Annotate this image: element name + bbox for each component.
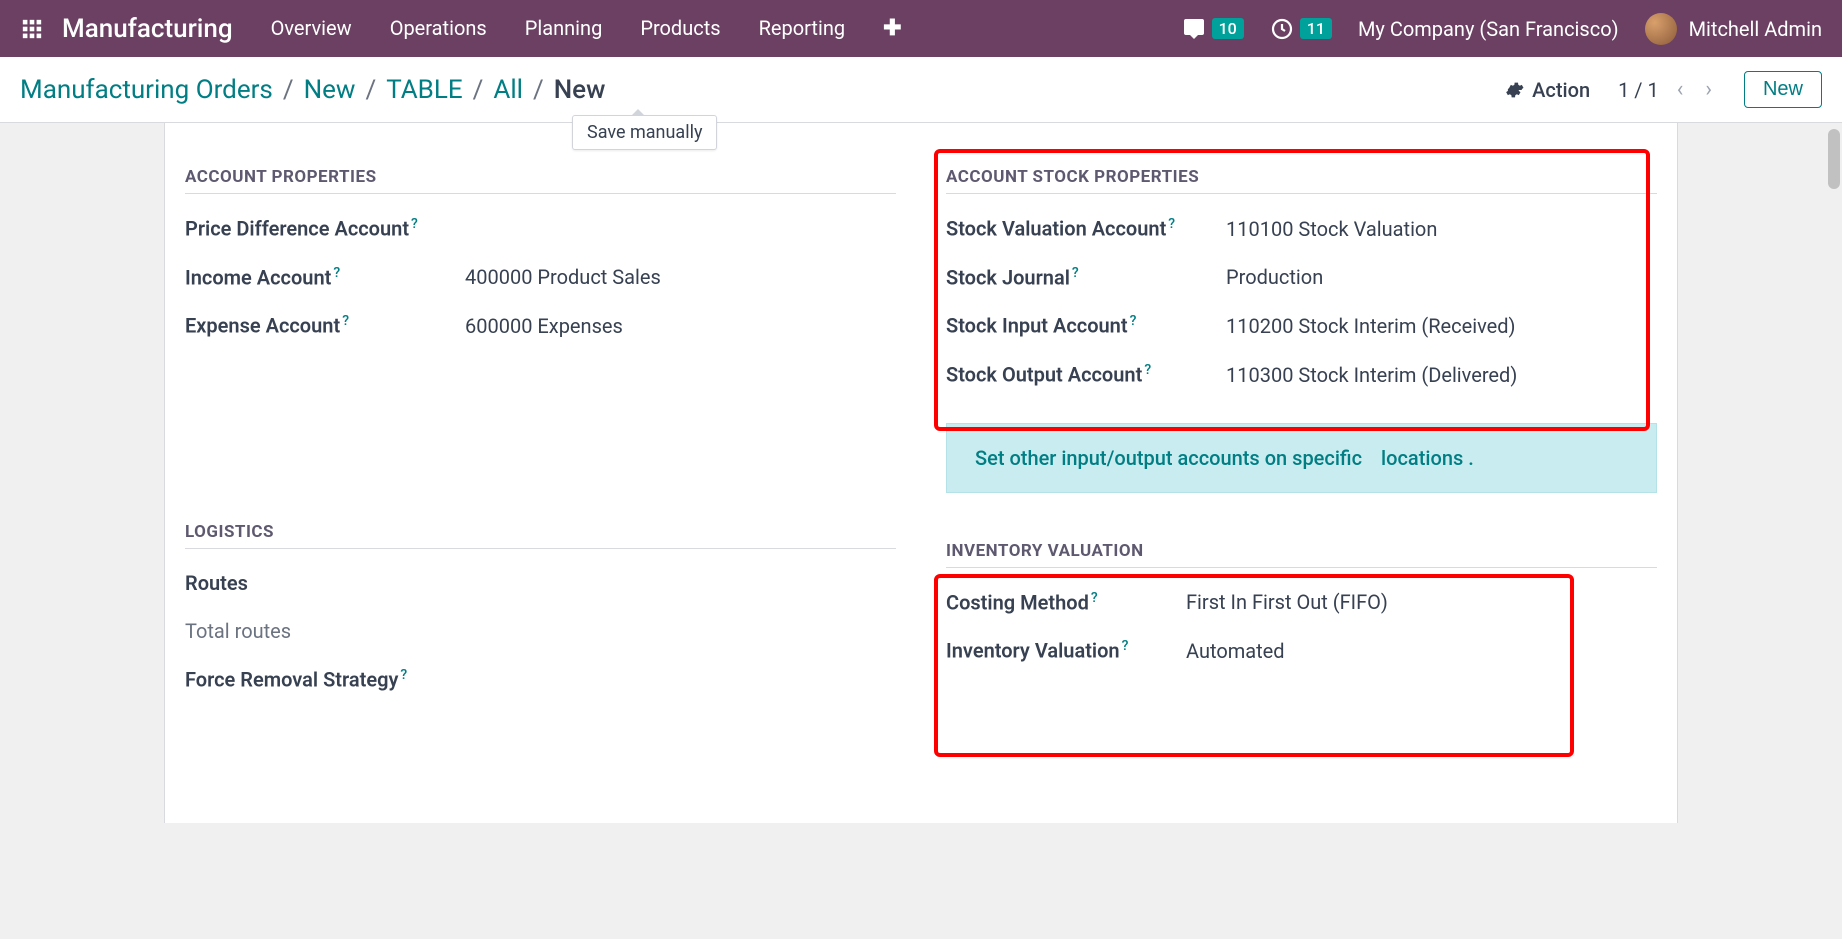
chat-badge: 10 xyxy=(1212,18,1244,39)
control-actions: Action 1 / 1 ‹ › New xyxy=(1504,71,1822,108)
help-icon[interactable]: ? xyxy=(1144,362,1151,378)
menu-planning[interactable]: Planning xyxy=(525,16,603,41)
field-inventory-valuation: Inventory Valuation? Automated xyxy=(946,638,1657,663)
hint-trail: . xyxy=(1468,446,1474,470)
value-costing-method[interactable]: First In First Out (FIFO) xyxy=(1186,590,1657,614)
value-stock-journal[interactable]: Production xyxy=(1226,265,1657,289)
help-icon[interactable]: ? xyxy=(333,265,340,281)
field-total-routes: Total routes xyxy=(185,619,896,643)
label-stock-journal: Stock Journal xyxy=(946,265,1070,289)
action-label: Action xyxy=(1532,78,1590,102)
crumb-new[interactable]: New xyxy=(304,75,356,105)
section-account-properties-title: ACCOUNT PROPERTIES xyxy=(185,167,896,194)
value-stock-valuation[interactable]: 110100 Stock Valuation xyxy=(1226,217,1657,241)
value-stock-output[interactable]: 110300 Stock Interim (Delivered) xyxy=(1226,363,1657,387)
value-inventory-valuation[interactable]: Automated xyxy=(1186,639,1657,663)
action-dropdown[interactable]: Action xyxy=(1504,78,1590,102)
field-stock-valuation-account: Stock Valuation Account? 110100 Stock Va… xyxy=(946,216,1657,241)
label-stock-input: Stock Input Account xyxy=(946,314,1128,338)
crumb-all[interactable]: All xyxy=(493,75,523,105)
left-column: ACCOUNT PROPERTIES Price Difference Acco… xyxy=(185,167,896,716)
user-name: Mitchell Admin xyxy=(1689,17,1822,41)
top-navbar: Manufacturing Overview Operations Planni… xyxy=(0,0,1842,57)
field-routes: Routes xyxy=(185,571,896,595)
help-icon[interactable]: ? xyxy=(342,313,349,329)
value-expense-account[interactable]: 600000 Expenses xyxy=(465,314,896,338)
help-icon[interactable]: ? xyxy=(1122,638,1129,654)
value-income-account[interactable]: 400000 Product Sales xyxy=(465,265,896,289)
apps-icon[interactable] xyxy=(20,17,44,41)
scrollbar-thumb[interactable] xyxy=(1828,129,1840,189)
right-column: ACCOUNT STOCK PROPERTIES Stock Valuation… xyxy=(946,167,1657,716)
pager: 1 / 1 ‹ › xyxy=(1618,77,1716,102)
label-force-removal: Force Removal Strategy xyxy=(185,668,398,692)
label-routes: Routes xyxy=(185,571,248,595)
breadcrumb: Manufacturing Orders / New / TABLE / All… xyxy=(20,75,605,105)
label-stock-valuation: Stock Valuation Account xyxy=(946,217,1166,241)
messaging-button[interactable]: 10 xyxy=(1182,17,1244,41)
avatar xyxy=(1645,13,1677,45)
menu-operations[interactable]: Operations xyxy=(390,16,487,41)
help-icon[interactable]: ? xyxy=(400,667,407,683)
help-icon[interactable]: ? xyxy=(411,216,418,232)
label-income-account: Income Account xyxy=(185,265,331,289)
gear-icon xyxy=(1504,80,1524,100)
field-income-account: Income Account? 400000 Product Sales xyxy=(185,265,896,290)
vertical-scrollbar[interactable] xyxy=(1826,125,1842,939)
field-price-difference-account: Price Difference Account? xyxy=(185,216,896,241)
hint-locations: Set other input/output accounts on speci… xyxy=(946,423,1657,493)
clock-icon xyxy=(1270,17,1294,41)
label-price-difference: Price Difference Account xyxy=(185,217,409,241)
activity-button[interactable]: 11 xyxy=(1270,17,1332,41)
menu-products[interactable]: Products xyxy=(640,16,720,41)
pager-next-icon[interactable]: › xyxy=(1701,77,1716,102)
section-logistics-title: LOGISTICS xyxy=(185,522,896,549)
section-inventory-valuation-title: INVENTORY VALUATION xyxy=(946,541,1657,568)
value-stock-input[interactable]: 110200 Stock Interim (Received) xyxy=(1226,314,1657,338)
field-stock-output-account: Stock Output Account? 110300 Stock Inter… xyxy=(946,362,1657,387)
help-icon[interactable]: ? xyxy=(1072,265,1079,281)
crumb-manufacturing-orders[interactable]: Manufacturing Orders xyxy=(20,75,273,105)
control-bar: Manufacturing Orders / New / TABLE / All… xyxy=(0,57,1842,123)
field-stock-journal: Stock Journal? Production xyxy=(946,265,1657,290)
company-switcher[interactable]: My Company (San Francisco) xyxy=(1358,17,1619,41)
label-expense-account: Expense Account xyxy=(185,314,340,338)
field-expense-account: Expense Account? 600000 Expenses xyxy=(185,313,896,338)
field-stock-input-account: Stock Input Account? 110200 Stock Interi… xyxy=(946,313,1657,338)
crumb-active: New xyxy=(554,75,606,105)
label-total-routes: Total routes xyxy=(185,619,291,643)
menu-overview[interactable]: Overview xyxy=(271,16,352,41)
form-sheet: ACCOUNT PROPERTIES Price Difference Acco… xyxy=(164,123,1678,823)
new-button[interactable]: New xyxy=(1744,71,1822,108)
hint-locations-link[interactable]: locations xyxy=(1381,446,1463,470)
pager-prev-icon[interactable]: ‹ xyxy=(1673,77,1688,102)
label-inventory-valuation: Inventory Valuation xyxy=(946,639,1120,663)
crumb-table[interactable]: TABLE xyxy=(386,75,462,105)
menu-add-icon[interactable]: ✚ xyxy=(883,16,901,41)
help-icon[interactable]: ? xyxy=(1168,216,1175,232)
menu-reporting[interactable]: Reporting xyxy=(759,16,846,41)
main-menu: Overview Operations Planning Products Re… xyxy=(271,16,902,41)
label-stock-output: Stock Output Account xyxy=(946,363,1142,387)
activity-badge: 11 xyxy=(1300,18,1332,39)
label-costing-method: Costing Method xyxy=(946,590,1089,614)
hint-text: Set other input/output accounts on speci… xyxy=(975,446,1362,470)
brand-link[interactable]: Manufacturing xyxy=(62,14,233,44)
section-account-stock-title: ACCOUNT STOCK PROPERTIES xyxy=(946,167,1657,194)
field-force-removal-strategy: Force Removal Strategy? xyxy=(185,667,896,692)
help-icon[interactable]: ? xyxy=(1091,590,1098,606)
navbar-right: 10 11 My Company (San Francisco) Mitchel… xyxy=(1182,13,1822,45)
chat-icon xyxy=(1182,17,1206,41)
save-tooltip: Save manually xyxy=(572,115,717,150)
stage: ACCOUNT PROPERTIES Price Difference Acco… xyxy=(0,123,1842,823)
user-menu[interactable]: Mitchell Admin xyxy=(1645,13,1822,45)
field-costing-method: Costing Method? First In First Out (FIFO… xyxy=(946,590,1657,615)
help-icon[interactable]: ? xyxy=(1130,313,1137,329)
pager-value[interactable]: 1 / 1 xyxy=(1618,78,1659,102)
